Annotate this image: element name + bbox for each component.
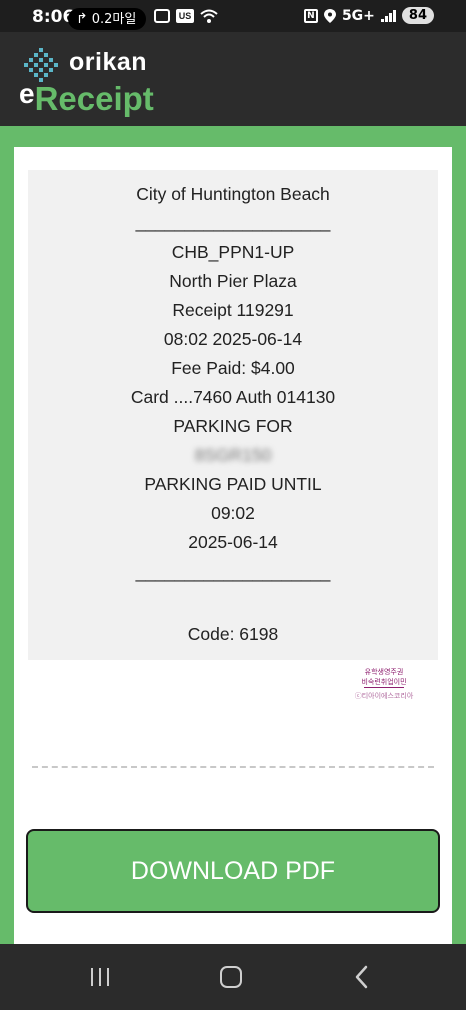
app-title-prefix: e — [19, 78, 35, 109]
recent-apps-icon[interactable] — [91, 968, 109, 986]
receipt-card: City of Huntington Beach _______________… — [14, 147, 452, 944]
watermark-rule — [364, 687, 404, 691]
signal-icon — [380, 9, 396, 22]
receipt-divider-bottom: ____________________ — [135, 562, 331, 582]
status-left-icons: US — [154, 9, 218, 23]
fee-paid: Fee Paid: $4.00 — [171, 358, 295, 378]
receipt-number: Receipt 119291 — [172, 300, 294, 320]
tear-line-divider — [32, 766, 434, 768]
orikan-logo-icon — [24, 48, 58, 82]
paid-until-time: 09:02 — [211, 503, 255, 523]
app-title-text: Receipt — [34, 80, 154, 117]
watermark-line3: ⓒ티아이에스코리아 — [354, 692, 414, 700]
home-icon[interactable] — [220, 966, 242, 988]
terminal-id: CHB_PPN1-UP — [171, 242, 295, 262]
network-type: 5G+ — [341, 7, 375, 24]
system-navigation-bar — [0, 944, 466, 1010]
brand-name: orikan — [69, 48, 148, 76]
navigation-pill[interactable]: ↱ 0.2마일 — [68, 8, 146, 30]
receipt-body: City of Huntington Beach _______________… — [28, 170, 438, 660]
location-icon — [323, 8, 336, 23]
parking-for-label: PARKING FOR — [173, 416, 293, 436]
back-icon[interactable] — [352, 964, 370, 990]
navigation-arrow-icon: ↱ — [76, 11, 88, 27]
paid-until-label: PARKING PAID UNTIL — [144, 474, 322, 494]
watermark-line1: 유학생영주권 — [364, 668, 404, 676]
receipt-code: Code: 6198 — [187, 624, 279, 644]
license-plate: 8SGR150 — [194, 445, 272, 465]
location-name: North Pier Plaza — [169, 271, 297, 291]
status-right-icons: N 5G+ 84 — [303, 7, 434, 24]
watermark-line2: 비숙련취업이민 — [361, 678, 407, 686]
merchant-name: City of Huntington Beach — [136, 184, 330, 204]
screenshot-icon — [154, 9, 170, 23]
paid-until-date: 2025-06-14 — [188, 532, 278, 552]
receipt-divider-top: ____________________ — [135, 212, 331, 232]
wifi-icon — [200, 9, 218, 23]
app-title: eReceipt — [19, 78, 154, 118]
card-auth: Card ....7460 Auth 014130 — [130, 387, 336, 407]
status-bar: 8:06 ↱ 0.2마일 US N 5G+ 84 — [0, 0, 466, 32]
watermark-stamp: 유학생영주권 비숙련취업이민 ⓒ티아이에스코리아 — [344, 667, 424, 701]
nfc-icon: N — [303, 8, 318, 23]
receipt-datetime: 08:02 2025-06-14 — [163, 329, 303, 349]
download-pdf-button[interactable]: DOWNLOAD PDF — [26, 829, 440, 913]
battery-icon: 84 — [401, 7, 434, 24]
us-badge-icon: US — [176, 9, 194, 23]
app-header: orikan eReceipt — [0, 32, 466, 126]
navigation-distance: 0.2마일 — [91, 12, 137, 27]
